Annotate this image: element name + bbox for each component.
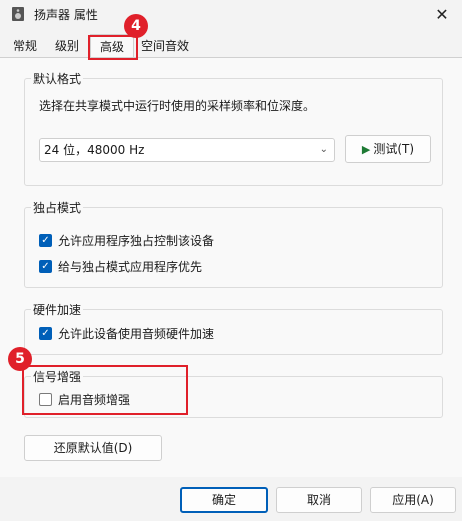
- default-format-title: 默认格式: [31, 70, 84, 87]
- test-button-label: 测试(T): [373, 142, 415, 156]
- default-format-group: 默认格式 选择在共享模式中运行时使用的采样频率和位深度。 24 位，48000 …: [24, 70, 443, 186]
- dialog-footer: 确定 取消 应用(A): [0, 477, 462, 521]
- sample-rate-select[interactable]: 24 位，48000 Hz ⌄: [39, 138, 335, 162]
- hardware-accel-group: 硬件加速 ✓ 允许此设备使用音频硬件加速: [24, 301, 443, 355]
- annotation-badge-4: 4: [124, 14, 148, 38]
- exclusive-mode-title: 独占模式: [31, 199, 84, 216]
- annotation-highlight-advanced-tab: [88, 35, 138, 60]
- apply-button[interactable]: 应用(A): [370, 487, 456, 513]
- tab-general[interactable]: 常规: [8, 36, 42, 58]
- default-format-description: 选择在共享模式中运行时使用的采样频率和位深度。: [39, 99, 316, 113]
- title-bar: 扬声器 属性 ✕: [0, 0, 462, 28]
- exclusive-control-option[interactable]: ✓ 允许应用程序独占控制该设备: [39, 232, 214, 248]
- speaker-icon: [12, 7, 24, 21]
- annotation-badge-5: 5: [8, 347, 32, 371]
- hardware-accel-label: 允许此设备使用音频硬件加速: [58, 326, 215, 341]
- annotation-highlight-signal-enhance: [22, 365, 188, 415]
- window-title: 扬声器 属性: [34, 8, 98, 22]
- sample-rate-value: 24 位，48000 Hz: [44, 143, 145, 157]
- cancel-button[interactable]: 取消: [276, 487, 362, 513]
- exclusive-control-checkbox[interactable]: ✓: [39, 233, 52, 247]
- tab-strip: 常规 级别 高级 空间音效: [0, 34, 462, 59]
- tab-spatial-sound[interactable]: 空间音效: [136, 36, 194, 58]
- exclusive-control-label: 允许应用程序独占控制该设备: [58, 233, 215, 248]
- restore-defaults-button[interactable]: 还原默认值(D): [24, 435, 162, 461]
- hardware-accel-option[interactable]: ✓ 允许此设备使用音频硬件加速: [39, 325, 214, 341]
- close-button[interactable]: ✕: [422, 0, 462, 28]
- hardware-accel-title: 硬件加速: [31, 301, 84, 318]
- chevron-down-icon: ⌄: [319, 144, 328, 155]
- close-icon: ✕: [435, 4, 449, 24]
- exclusive-priority-label: 给与独占模式应用程序优先: [58, 259, 203, 274]
- test-button[interactable]: ▶ 测试(T): [345, 135, 431, 163]
- exclusive-priority-checkbox[interactable]: ✓: [39, 259, 52, 273]
- exclusive-mode-group: 独占模式 ✓ 允许应用程序独占控制该设备 ✓ 给与独占模式应用程序优先: [24, 199, 443, 288]
- tab-levels[interactable]: 级别: [50, 36, 84, 58]
- play-icon: ▶: [361, 143, 371, 156]
- hardware-accel-checkbox[interactable]: ✓: [39, 326, 52, 340]
- exclusive-priority-option[interactable]: ✓ 给与独占模式应用程序优先: [39, 258, 202, 274]
- ok-button[interactable]: 确定: [180, 487, 268, 513]
